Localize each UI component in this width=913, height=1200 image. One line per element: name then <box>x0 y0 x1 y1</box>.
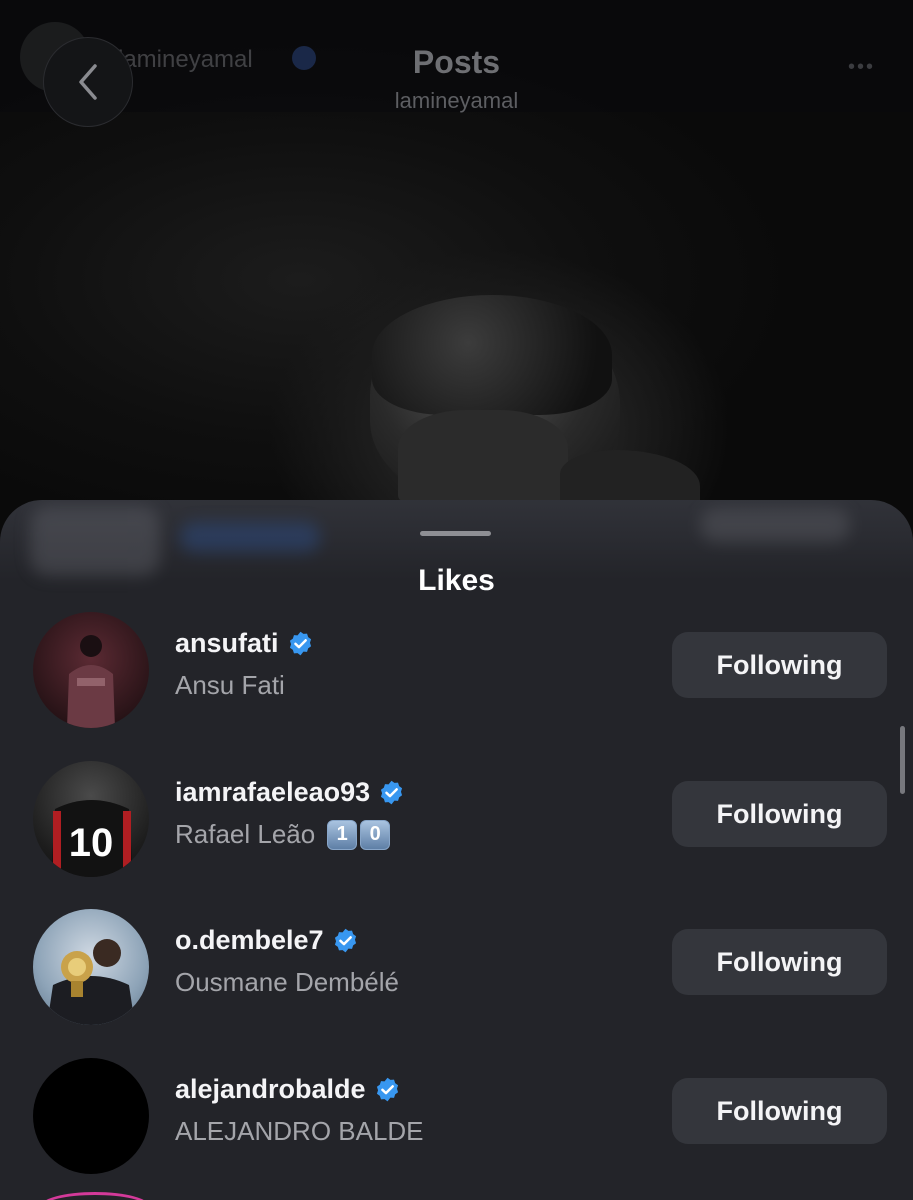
username-line: ansufati <box>175 628 314 659</box>
avatar[interactable]: 10 <box>33 761 149 877</box>
username[interactable]: ansufati <box>175 628 279 659</box>
full-name-line: Rafael Leão 1 0 <box>175 819 391 850</box>
top-bar: lamineyamal Posts lamineyamal ••• <box>0 0 913 113</box>
chevron-left-icon <box>79 64 97 100</box>
following-button[interactable]: Following <box>672 781 887 847</box>
username-line: alejandrobalde <box>175 1074 401 1105</box>
back-button[interactable] <box>43 37 133 127</box>
avatar[interactable] <box>33 1058 149 1174</box>
blurred-button <box>700 508 850 542</box>
post-photo-hair <box>372 295 612 415</box>
full-name: ALEJANDRO BALDE <box>175 1116 424 1146</box>
like-row[interactable]: ansufati Ansu Fati Following <box>0 612 913 732</box>
jersey-number: 10 <box>69 821 114 865</box>
verified-badge-icon <box>376 1077 398 1102</box>
page-subtitle: lamineyamal <box>394 88 519 113</box>
verified-badge-icon <box>289 631 311 656</box>
verified-badge-icon <box>334 928 356 953</box>
like-row[interactable]: o.dembele7 Ousmane Dembélé Following <box>0 909 913 1029</box>
following-button[interactable]: Following <box>672 632 887 698</box>
username[interactable]: iamrafaeleao93 <box>175 777 370 808</box>
following-button[interactable]: Following <box>672 1078 887 1144</box>
username[interactable]: o.dembele7 <box>175 925 324 956</box>
likes-sheet: Likes ansufati Ansu Fati Following 10 ia… <box>0 500 913 1200</box>
full-name: Ousmane Dembélé <box>175 967 399 997</box>
like-row[interactable]: alejandrobalde ALEJANDRO BALDE Following <box>0 1058 913 1178</box>
more-icon[interactable]: ••• <box>848 56 875 79</box>
username-line: iamrafaeleao93 <box>175 777 405 808</box>
username[interactable]: alejandrobalde <box>175 1074 366 1105</box>
following-button[interactable]: Following <box>672 929 887 995</box>
like-row[interactable]: 10 iamrafaeleao93 Rafael Leão 1 0 Follow… <box>0 761 913 881</box>
full-name: Ansu Fati <box>175 670 285 700</box>
sheet-grabber[interactable] <box>420 531 491 536</box>
verified-badge-icon <box>381 780 403 805</box>
avatar[interactable] <box>33 612 149 728</box>
keycap-zero-emoji: 0 <box>360 819 391 850</box>
post-photo-face <box>398 410 568 505</box>
avatar[interactable] <box>33 909 149 1025</box>
username-line: o.dembele7 <box>175 925 359 956</box>
avatar-photo <box>47 939 135 1025</box>
blurred-icons <box>180 522 320 552</box>
keycap-one-emoji: 1 <box>327 819 358 850</box>
full-name: Rafael Leão <box>175 819 316 849</box>
page-title: Posts <box>412 44 501 80</box>
avatar-jersey: 10 <box>51 800 133 877</box>
next-avatar-story-ring <box>40 1192 150 1200</box>
avatar-silhouette <box>67 635 115 728</box>
sheet-title: Likes <box>418 564 495 597</box>
